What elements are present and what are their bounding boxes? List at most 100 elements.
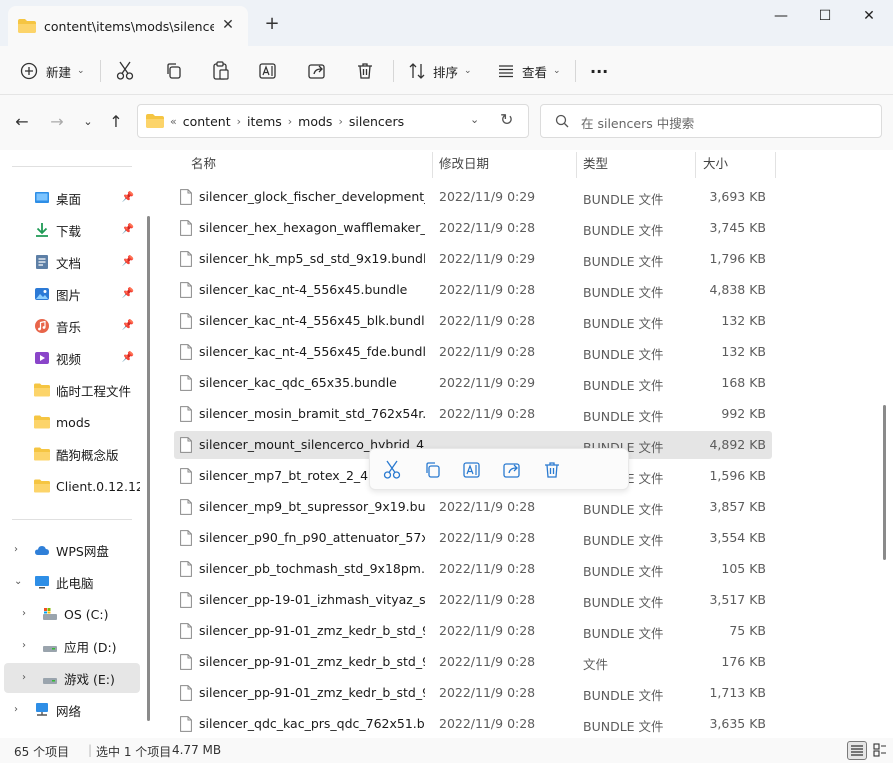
breadcrumb-items[interactable]: items: [247, 114, 282, 129]
pin-icon[interactable]: 📌: [122, 288, 134, 299]
chevron-right-icon[interactable]: ›: [288, 115, 292, 128]
navigation-pane: 桌面 📌 下载 📌 文档 📌 图片 📌 音乐 📌 视频 📌 临时工程文件 mod…: [0, 150, 145, 738]
share-button[interactable]: [308, 57, 328, 85]
cut-button[interactable]: [116, 57, 134, 85]
sidebar-item-videos[interactable]: 视频 📌: [4, 343, 140, 373]
file-name: silencer_glock_fischer_development_f...: [199, 189, 425, 204]
sidebar-item-music[interactable]: 音乐 📌: [4, 311, 140, 341]
column-header-date[interactable]: 修改日期: [439, 150, 579, 180]
table-row[interactable]: silencer_pp-91-01_zmz_kedr_b_std_9x... 20…: [174, 679, 772, 707]
table-row[interactable]: silencer_hk_mp5_sd_std_9x19.bundle 2022/1…: [174, 245, 772, 273]
pin-icon[interactable]: 📌: [122, 352, 134, 363]
table-row[interactable]: silencer_hex_hexagon_wafflemaker_s... 202…: [174, 214, 772, 242]
sidebar-item-documents[interactable]: 文档 📌: [4, 247, 140, 277]
close-window-button[interactable]: ✕: [846, 6, 892, 28]
column-divider[interactable]: [695, 152, 696, 178]
table-row[interactable]: silencer_pp-91-01_zmz_kedr_b_std_9x... 20…: [174, 648, 772, 676]
table-row[interactable]: silencer_p90_fn_p90_attenuator_57x2... 20…: [174, 524, 772, 552]
column-header-type[interactable]: 类型: [583, 150, 683, 180]
new-button[interactable]: 新建 ⌄: [20, 57, 85, 85]
sidebar-item-drive-c[interactable]: › OS (C:): [4, 599, 140, 629]
expand-chevron-icon[interactable]: ›: [14, 544, 18, 555]
table-row[interactable]: silencer_pp-91-01_zmz_kedr_b_std_9x... 20…: [174, 617, 772, 645]
address-history-chevron-icon[interactable]: ⌄: [470, 113, 479, 126]
rename-icon[interactable]: [463, 460, 483, 480]
sidebar-item-wps-cloud[interactable]: › WPS网盘: [4, 535, 140, 565]
overflow-crumbs-icon[interactable]: «: [170, 115, 177, 128]
sidebar-item-desktop[interactable]: 桌面 📌: [4, 183, 140, 213]
address-bar[interactable]: « content › items › mods › silencers ⌄ ↻: [137, 104, 529, 138]
pin-icon[interactable]: 📌: [122, 192, 134, 203]
column-header-name[interactable]: 名称: [191, 150, 431, 180]
expand-chevron-icon[interactable]: ›: [22, 608, 26, 619]
copy-icon[interactable]: [423, 460, 443, 480]
expand-chevron-icon[interactable]: ›: [22, 672, 26, 683]
expand-chevron-icon[interactable]: ›: [22, 640, 26, 651]
expand-chevron-icon[interactable]: ›: [14, 704, 18, 715]
chevron-right-icon[interactable]: ›: [237, 115, 241, 128]
file-size: 3,635 KB: [709, 716, 766, 731]
sidebar-item-pictures[interactable]: 图片 📌: [4, 279, 140, 309]
details-view-button[interactable]: [847, 741, 867, 760]
breadcrumb-content[interactable]: content: [183, 114, 231, 129]
sidebar-item-mods[interactable]: mods: [4, 407, 140, 437]
sidebar-scrollbar[interactable]: [147, 216, 150, 721]
table-row[interactable]: silencer_mp9_bt_supressor_9x19.bun... 202…: [174, 493, 772, 521]
table-row[interactable]: silencer_pp-19-01_izhmash_vityaz_std... 2…: [174, 586, 772, 614]
up-arrow-icon[interactable]: ↑: [106, 112, 126, 132]
search-input[interactable]: 在 silencers 中搜索: [581, 113, 694, 132]
file-size: 3,693 KB: [709, 189, 766, 204]
trash-icon[interactable]: [542, 460, 562, 480]
table-row[interactable]: silencer_kac_nt-4_556x45.bundle 2022/11/9…: [174, 276, 772, 304]
table-row[interactable]: silencer_qdc_kac_prs_qdc_762x51.bu... 202…: [174, 710, 772, 738]
copy-button[interactable]: [165, 57, 183, 85]
column-divider[interactable]: [576, 152, 577, 178]
column-header-size[interactable]: 大小: [703, 150, 773, 180]
file-list-scrollbar[interactable]: [883, 405, 886, 560]
table-row[interactable]: silencer_glock_fischer_development_f... 2…: [174, 183, 772, 211]
refresh-icon[interactable]: ↻: [500, 110, 513, 129]
sidebar-item-drive-d[interactable]: › 应用 (D:): [4, 631, 140, 661]
sidebar-item-downloads[interactable]: 下载 📌: [4, 215, 140, 245]
table-row[interactable]: silencer_kac_qdc_65x35.bundle 2022/11/9 0…: [174, 369, 772, 397]
table-row[interactable]: silencer_kac_nt-4_556x45_fde.bundle 2022/…: [174, 338, 772, 366]
tab-silencers[interactable]: content\items\mods\silencers ✕: [8, 6, 248, 46]
search-box[interactable]: 在 silencers 中搜索: [540, 104, 882, 138]
collapse-chevron-icon[interactable]: ⌄: [14, 576, 22, 587]
share-icon[interactable]: [503, 460, 523, 480]
forward-arrow-icon[interactable]: →: [47, 112, 67, 132]
view-button[interactable]: 查看 ⌄: [497, 57, 561, 85]
column-divider[interactable]: [775, 152, 776, 178]
close-tab-icon[interactable]: ✕: [220, 17, 236, 33]
breadcrumb-mods[interactable]: mods: [298, 114, 332, 129]
back-arrow-icon[interactable]: ←: [12, 112, 32, 132]
minimize-button[interactable]: —: [758, 6, 804, 28]
sidebar-item-drive-e[interactable]: › 游戏 (E:): [4, 663, 140, 693]
maximize-button[interactable]: ☐: [802, 6, 848, 28]
sort-button[interactable]: 排序 ⌄: [408, 57, 472, 85]
chevron-right-icon[interactable]: ›: [338, 115, 342, 128]
table-row[interactable]: silencer_mosin_bramit_std_762x54r.b... 20…: [174, 400, 772, 428]
table-row[interactable]: silencer_kac_nt-4_556x45_blk.bundle 2022/…: [174, 307, 772, 335]
breadcrumb-silencers[interactable]: silencers: [349, 114, 404, 129]
file-name: silencer_mp9_bt_supressor_9x19.bun...: [199, 499, 425, 514]
sidebar-item-this-pc[interactable]: ⌄ 此电脑: [4, 567, 140, 597]
scissors-icon[interactable]: [382, 460, 402, 480]
more-options-button[interactable]: ···: [590, 57, 608, 85]
sidebar-item-client[interactable]: Client.0.12.12.3: [4, 471, 140, 501]
pin-icon[interactable]: 📌: [122, 256, 134, 267]
delete-button[interactable]: [356, 57, 374, 85]
paste-button[interactable]: [212, 57, 230, 85]
column-divider[interactable]: [432, 152, 433, 178]
recent-locations-chevron-icon[interactable]: ⌄: [78, 112, 98, 132]
rename-button[interactable]: [259, 57, 279, 85]
new-tab-button[interactable]: +: [262, 14, 282, 34]
pin-icon[interactable]: 📌: [122, 320, 134, 331]
sidebar-item-network[interactable]: › 网络: [4, 695, 140, 725]
sidebar-item-kugou[interactable]: 酷狗概念版: [4, 439, 140, 469]
sidebar-item-temp-projects[interactable]: 临时工程文件: [4, 375, 140, 405]
pin-icon[interactable]: 📌: [122, 224, 134, 235]
table-row[interactable]: silencer_pb_tochmash_std_9x18pm.b... 2022…: [174, 555, 772, 583]
sidebar-item-label: 此电脑: [56, 575, 94, 591]
tiles-view-button[interactable]: [871, 741, 891, 760]
